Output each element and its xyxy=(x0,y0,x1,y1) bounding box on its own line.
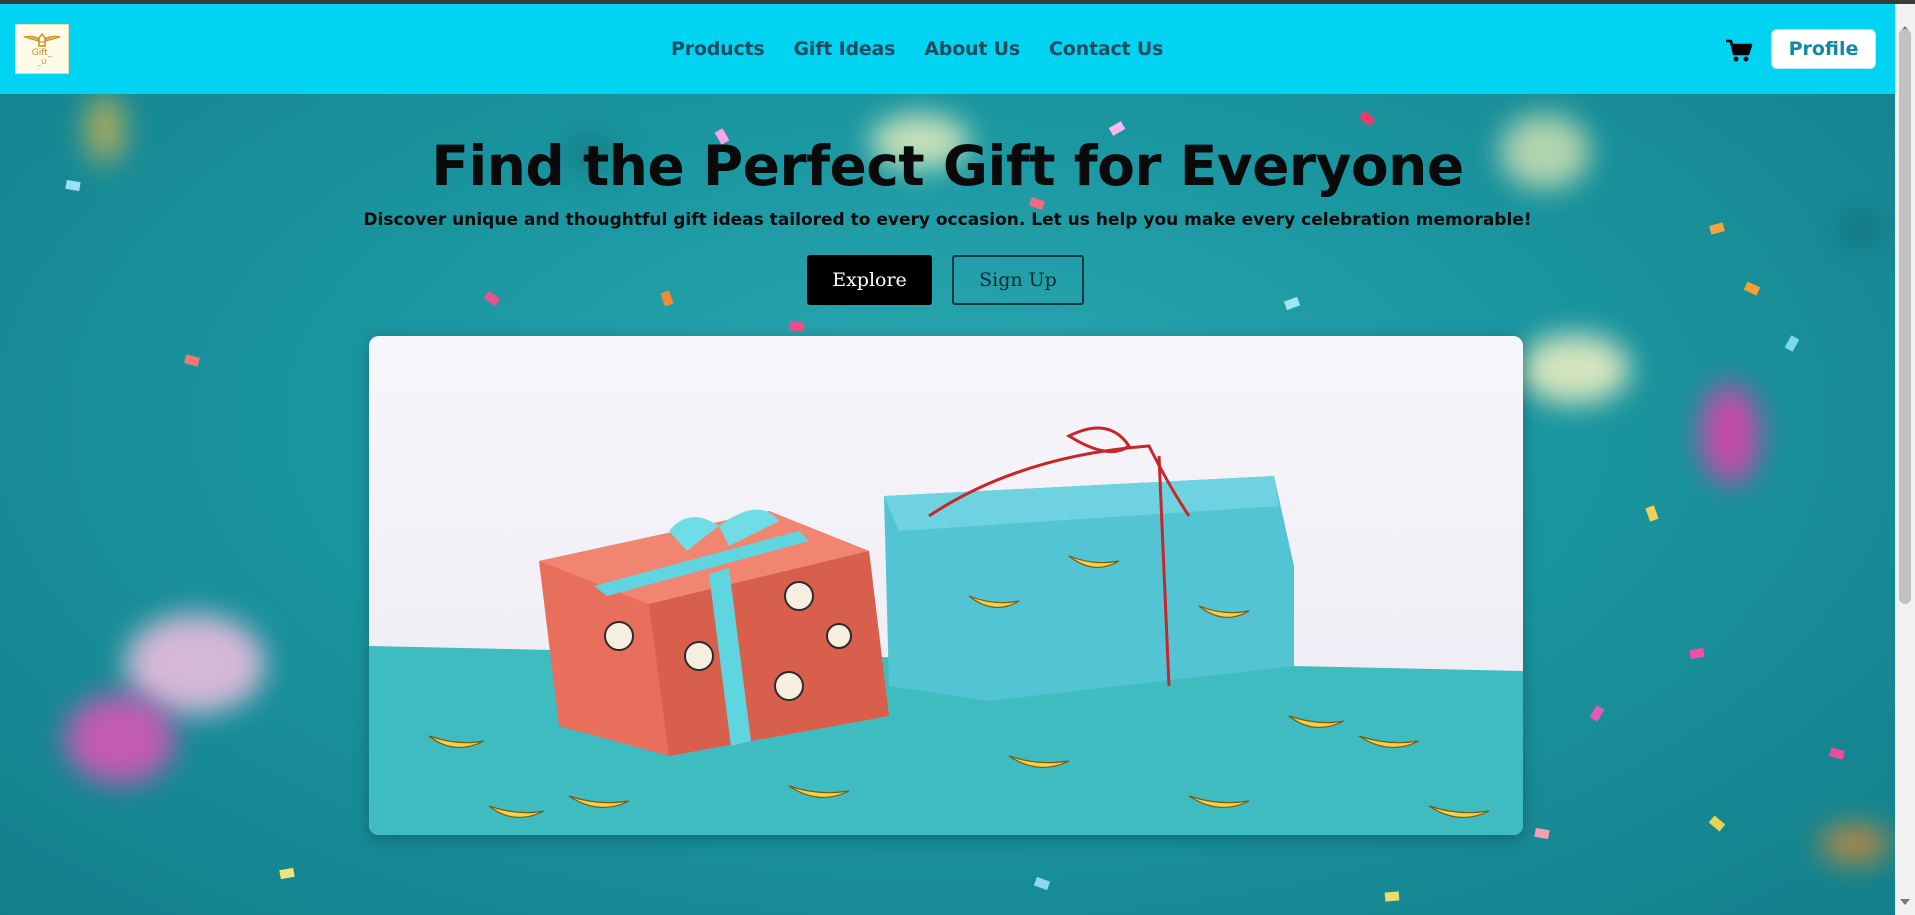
confetti-piece xyxy=(279,867,295,880)
hero-title: Find the Perfect Gift for Everyone xyxy=(431,134,1464,198)
gift-boxes-image xyxy=(369,336,1523,835)
explore-button[interactable]: Explore xyxy=(807,255,932,305)
confetti-piece xyxy=(483,290,501,307)
confetti-piece xyxy=(1589,705,1605,722)
logo-text: Gift_ xyxy=(31,48,53,58)
confetti-piece xyxy=(789,321,805,332)
navbar: Gift_ _U Products Gift Ideas About Us Co… xyxy=(0,4,1895,94)
confetti-piece xyxy=(1534,827,1550,840)
confetti-blob xyxy=(65,694,175,784)
nav-link-contact-us[interactable]: Contact Us xyxy=(1049,38,1163,60)
hero-subtitle: Discover unique and thoughtful gift idea… xyxy=(363,210,1532,230)
confetti-piece xyxy=(1283,296,1301,311)
confetti-piece xyxy=(184,354,200,367)
confetti-piece xyxy=(1358,110,1376,127)
logo-subtext: _U xyxy=(37,58,47,66)
main-nav: Products Gift Ideas About Us Contact Us xyxy=(671,4,1163,94)
confetti-piece xyxy=(1708,815,1726,832)
hero-section: Find the Perfect Gift for Everyone Disco… xyxy=(0,94,1895,915)
nav-link-products[interactable]: Products xyxy=(671,38,765,60)
scroll-down-arrow-icon[interactable] xyxy=(1900,899,1910,905)
confetti-piece xyxy=(1689,647,1705,660)
nav-link-about-us[interactable]: About Us xyxy=(924,38,1020,60)
shopping-cart-icon[interactable] xyxy=(1725,39,1753,63)
confetti-blob xyxy=(1820,824,1890,864)
logo[interactable]: Gift_ _U xyxy=(15,24,69,74)
nav-link-gift-ideas[interactable]: Gift Ideas xyxy=(794,38,896,60)
sign-up-button[interactable]: Sign Up xyxy=(952,255,1084,305)
vertical-scrollbar[interactable] xyxy=(1895,4,1915,915)
confetti-blob xyxy=(1700,384,1760,484)
profile-button[interactable]: Profile xyxy=(1771,29,1876,69)
confetti-piece xyxy=(1829,747,1845,760)
winged-logo-icon xyxy=(22,32,62,47)
confetti-piece xyxy=(1033,876,1051,891)
confetti-piece xyxy=(1784,335,1800,352)
confetti-piece xyxy=(1743,281,1761,296)
confetti-piece xyxy=(1384,891,1400,902)
confetti-piece xyxy=(1645,505,1659,522)
confetti-blob xyxy=(1520,334,1630,404)
confetti-piece xyxy=(660,290,674,307)
confetti-piece xyxy=(1028,196,1046,211)
scroll-thumb[interactable] xyxy=(1899,29,1911,604)
